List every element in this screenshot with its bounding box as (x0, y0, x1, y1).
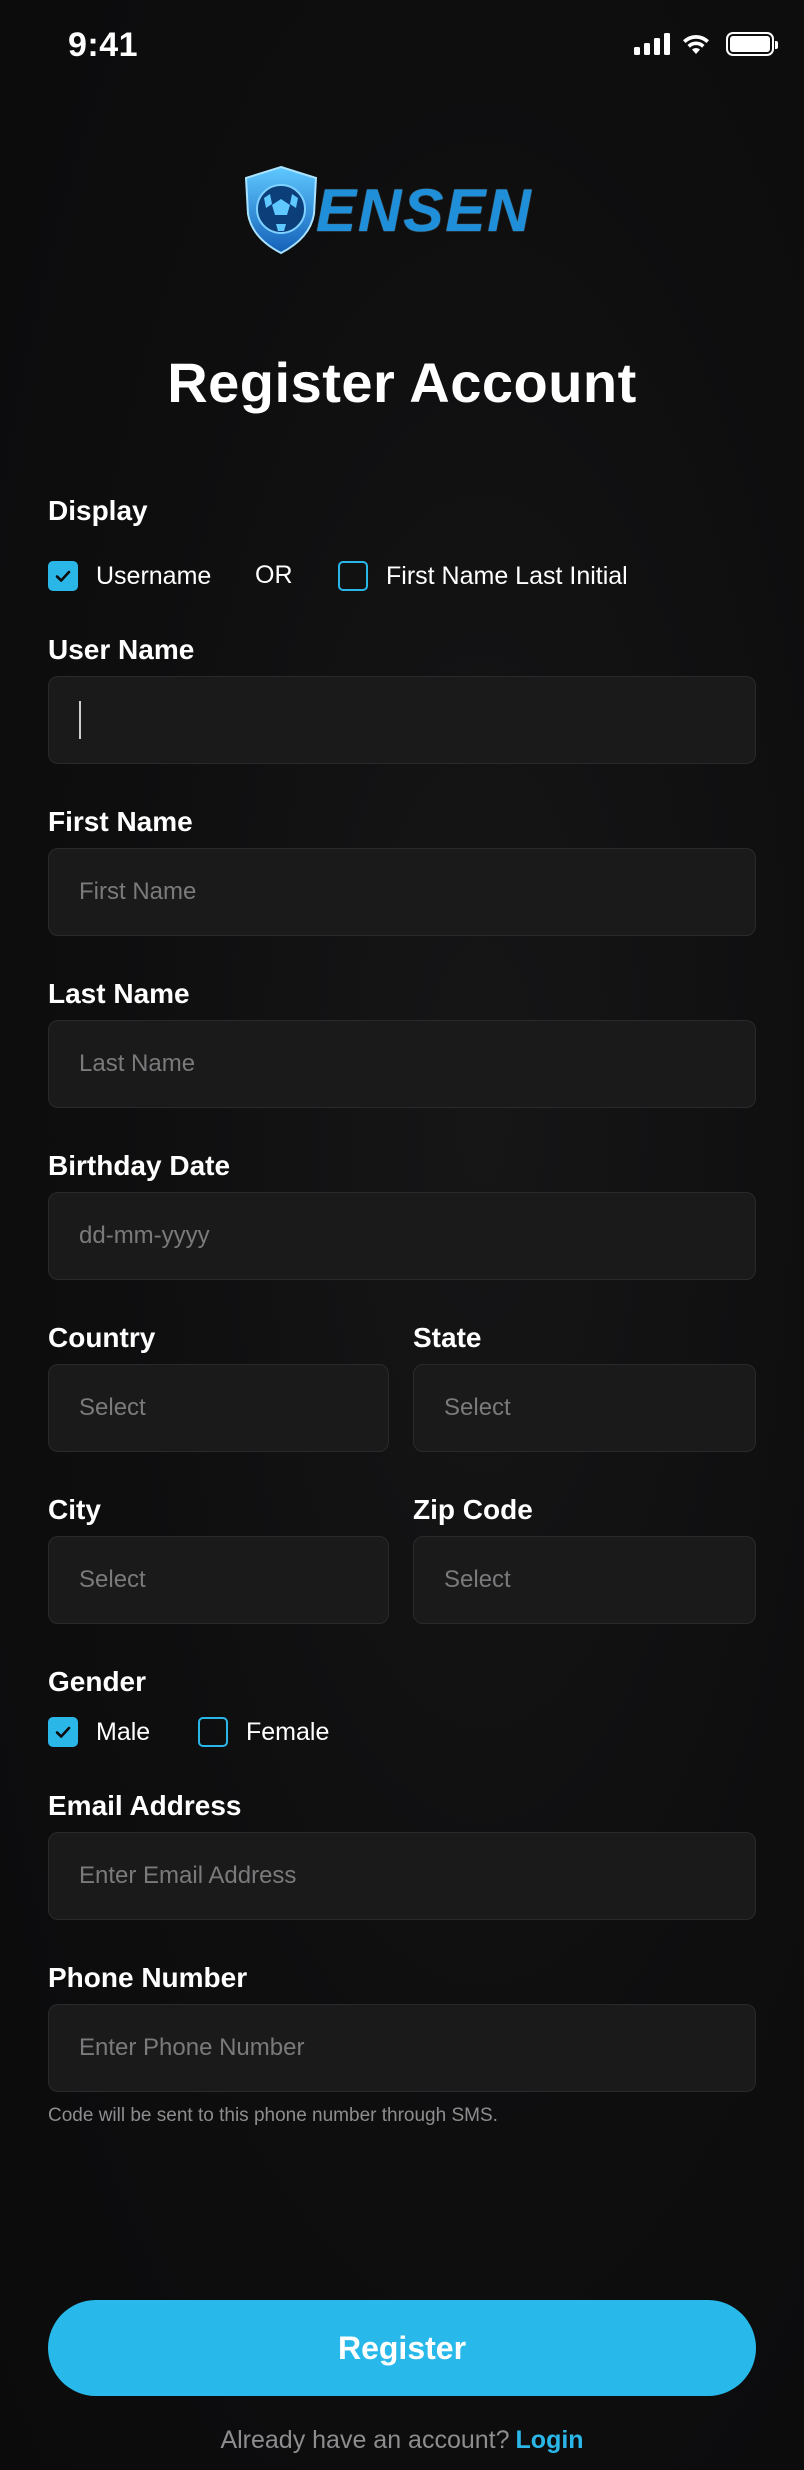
state-select-placeholder: Select (444, 1394, 511, 1421)
first-name-field[interactable] (48, 848, 756, 936)
first-name-input[interactable] (79, 878, 755, 906)
gender-option-male[interactable]: Male (48, 1717, 150, 1747)
status-bar: 9:41 (0, 0, 804, 96)
checkbox-username[interactable] (48, 561, 78, 591)
gender-option-female[interactable]: Female (198, 1717, 329, 1747)
checkmark-icon (55, 1726, 71, 1738)
battery-icon (726, 32, 778, 56)
page-title: Register Account (167, 351, 637, 414)
status-time: 9:41 (68, 26, 139, 64)
email-input[interactable] (79, 1862, 755, 1890)
name-option-label: First Name Last Initial (386, 561, 628, 590)
male-option-label: Male (96, 1717, 151, 1746)
cellular-signal-icon (634, 33, 670, 55)
country-select[interactable]: Select (48, 1364, 389, 1452)
checkbox-female[interactable] (198, 1717, 228, 1747)
birthday-label: Birthday Date (48, 1150, 231, 1181)
female-option-label: Female (246, 1717, 330, 1746)
register-screen: 9:41 ENSEN Register Account Display User… (0, 0, 804, 2470)
last-name-field[interactable] (48, 1020, 756, 1108)
checkmark-icon (55, 570, 71, 582)
phone-input[interactable] (79, 2034, 755, 2062)
email-field[interactable] (48, 1832, 756, 1920)
register-button[interactable]: Register (48, 2300, 756, 2396)
country-label: Country (48, 1322, 156, 1353)
state-select[interactable]: Select (413, 1364, 756, 1452)
zip-code-select-placeholder: Select (444, 1566, 511, 1593)
login-link[interactable]: Login (516, 2426, 584, 2454)
state-label: State (413, 1322, 482, 1353)
brand-name: ENSEN (316, 176, 533, 244)
username-field[interactable] (48, 676, 756, 764)
display-option-name[interactable]: First Name Last Initial (338, 561, 628, 591)
first-name-label: First Name (48, 806, 193, 837)
phone-field[interactable] (48, 2004, 756, 2092)
gender-label: Gender (48, 1666, 147, 1697)
display-label: Display (48, 495, 148, 526)
last-name-label: Last Name (48, 978, 190, 1009)
login-prompt-line: Already have an account? Login (0, 2426, 804, 2455)
display-option-username[interactable]: Username (48, 561, 211, 591)
brand-logo: ENSEN (240, 160, 570, 260)
text-cursor (79, 701, 81, 739)
checkbox-male[interactable] (48, 1717, 78, 1747)
birthday-field[interactable] (48, 1192, 756, 1280)
login-prompt-text: Already have an account? (220, 2426, 510, 2454)
birthday-input[interactable] (79, 1222, 755, 1250)
shield-ball-icon (244, 165, 318, 255)
status-icons (634, 32, 778, 56)
phone-label: Phone Number (48, 1962, 248, 1993)
or-separator: OR (255, 561, 293, 590)
or-text: OR (255, 561, 293, 589)
zip-code-select[interactable]: Select (413, 1536, 756, 1624)
username-label: User Name (48, 634, 195, 665)
phone-hint: Code will be sent to this phone number t… (48, 2105, 498, 2126)
username-option-label: Username (96, 561, 212, 590)
zip-code-label: Zip Code (413, 1494, 533, 1525)
city-select-placeholder: Select (79, 1566, 146, 1593)
wifi-icon (683, 34, 709, 54)
checkbox-first-name-last-initial[interactable] (338, 561, 368, 591)
email-label: Email Address (48, 1790, 242, 1821)
city-select[interactable]: Select (48, 1536, 389, 1624)
city-label: City (48, 1494, 101, 1525)
country-select-placeholder: Select (79, 1394, 146, 1421)
last-name-input[interactable] (79, 1050, 755, 1078)
